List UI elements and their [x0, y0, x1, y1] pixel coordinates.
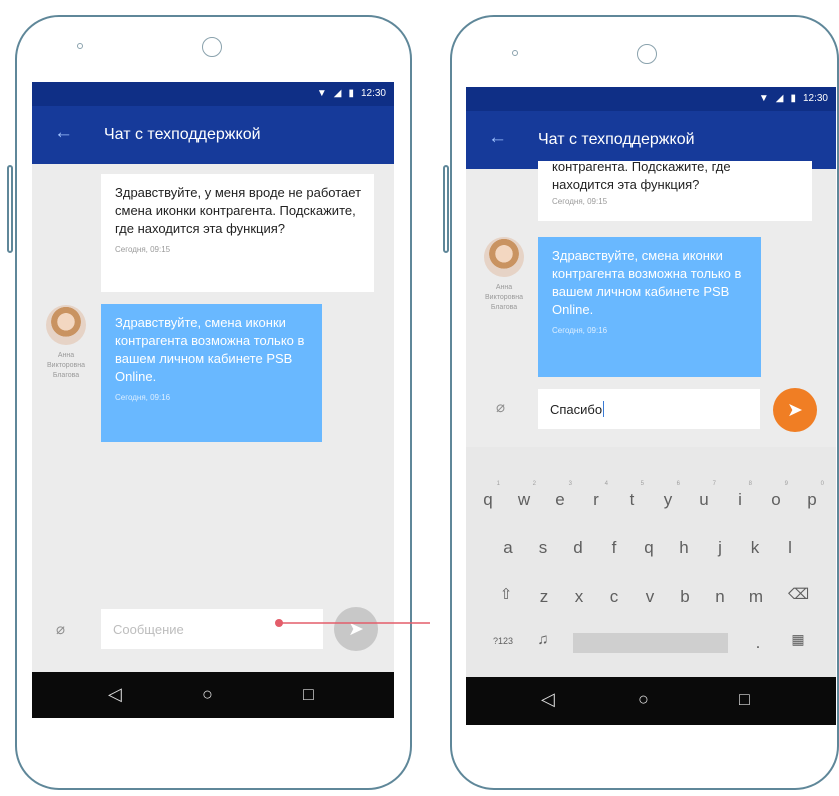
- support-message-bubble: Здравствуйте, смена иконки контрагента в…: [538, 237, 761, 377]
- agent-name: Анна Викторовна Благова: [484, 284, 523, 311]
- wifi-icon: ▼: [758, 93, 769, 104]
- key-s[interactable]: s: [533, 538, 553, 558]
- key-j[interactable]: j: [710, 538, 730, 558]
- paperclip-icon[interactable]: ⌀: [496, 398, 505, 416]
- key-c[interactable]: c: [604, 587, 624, 607]
- microphone-icon[interactable]: ♫: [533, 631, 553, 648]
- agent-avatar: [484, 237, 524, 277]
- key-a[interactable]: a: [498, 538, 518, 558]
- key-o[interactable]: o9: [766, 481, 788, 510]
- key-m[interactable]: m: [746, 587, 766, 607]
- symbols-key[interactable]: ?123: [488, 636, 518, 646]
- key-b[interactable]: b: [675, 587, 695, 607]
- key-u[interactable]: u7: [694, 481, 716, 510]
- message-text: Здравствуйте, смена иконки контрагента в…: [552, 248, 742, 317]
- key-z[interactable]: z: [534, 587, 554, 607]
- key-k[interactable]: k: [745, 538, 765, 558]
- emoji-key-icon[interactable]: ▦: [788, 631, 808, 648]
- status-bar: ▼ ◢ ▮ 12:30: [466, 87, 836, 111]
- signal-icon: ◢: [775, 93, 784, 104]
- send-button[interactable]: ➤: [773, 388, 817, 432]
- speaker-dot-right: [512, 50, 518, 56]
- key-i[interactable]: i8: [730, 481, 752, 510]
- user-message-bubble: контрагента. Подскажите, где находится э…: [538, 159, 812, 221]
- message-text-line2: находится эта функция?: [552, 177, 700, 192]
- on-screen-keyboard: q1 w2 e3 r4 t5 y6 u7 i8 o9 p0 a s d f q …: [466, 447, 836, 677]
- message-time: Сегодня, 09:15: [552, 197, 608, 206]
- phone-side-button-right: [443, 165, 449, 253]
- shift-icon[interactable]: ⇧: [496, 585, 516, 603]
- send-icon: ➤: [787, 399, 803, 421]
- key-l[interactable]: l: [780, 538, 800, 558]
- key-r[interactable]: r4: [586, 481, 608, 510]
- key-h[interactable]: h: [674, 538, 694, 558]
- navigation-bar: ◁ ○ □: [466, 677, 836, 725]
- period-key[interactable]: .: [748, 633, 768, 653]
- nav-back-icon[interactable]: ◁: [541, 689, 555, 710]
- front-camera-right: [637, 44, 657, 64]
- key-g[interactable]: q: [639, 538, 659, 558]
- status-time: 12:30: [802, 93, 828, 104]
- spacebar[interactable]: [573, 633, 728, 653]
- key-e[interactable]: e3: [550, 481, 572, 510]
- message-text-line1: контрагента. Подскажите, где: [552, 159, 731, 174]
- nav-recents-icon[interactable]: □: [739, 689, 750, 710]
- key-w[interactable]: w2: [514, 481, 536, 510]
- message-input[interactable]: Спасибо: [538, 389, 760, 429]
- message-value: Спасибо: [550, 401, 603, 417]
- key-v[interactable]: v: [640, 587, 660, 607]
- battery-icon: ▮: [790, 93, 796, 104]
- screen-right: ▼ ◢ ▮ 12:30 ← Чат с техподдержкой контра…: [466, 87, 836, 725]
- nav-home-icon[interactable]: ○: [638, 689, 649, 710]
- key-p[interactable]: p0: [802, 481, 824, 510]
- key-f[interactable]: f: [604, 538, 624, 558]
- page-title: Чат с техподдержкой: [538, 131, 695, 148]
- arrow-left-icon[interactable]: ←: [488, 127, 507, 149]
- key-t[interactable]: t5: [622, 481, 644, 510]
- key-d[interactable]: d: [568, 538, 588, 558]
- key-x[interactable]: x: [569, 587, 589, 607]
- key-n[interactable]: n: [710, 587, 730, 607]
- key-q[interactable]: q1: [478, 481, 500, 510]
- text-cursor: [603, 401, 605, 417]
- backspace-icon[interactable]: ⌫: [788, 585, 809, 603]
- key-y[interactable]: y6: [658, 481, 680, 510]
- message-time: Сегодня, 09:16: [552, 326, 608, 335]
